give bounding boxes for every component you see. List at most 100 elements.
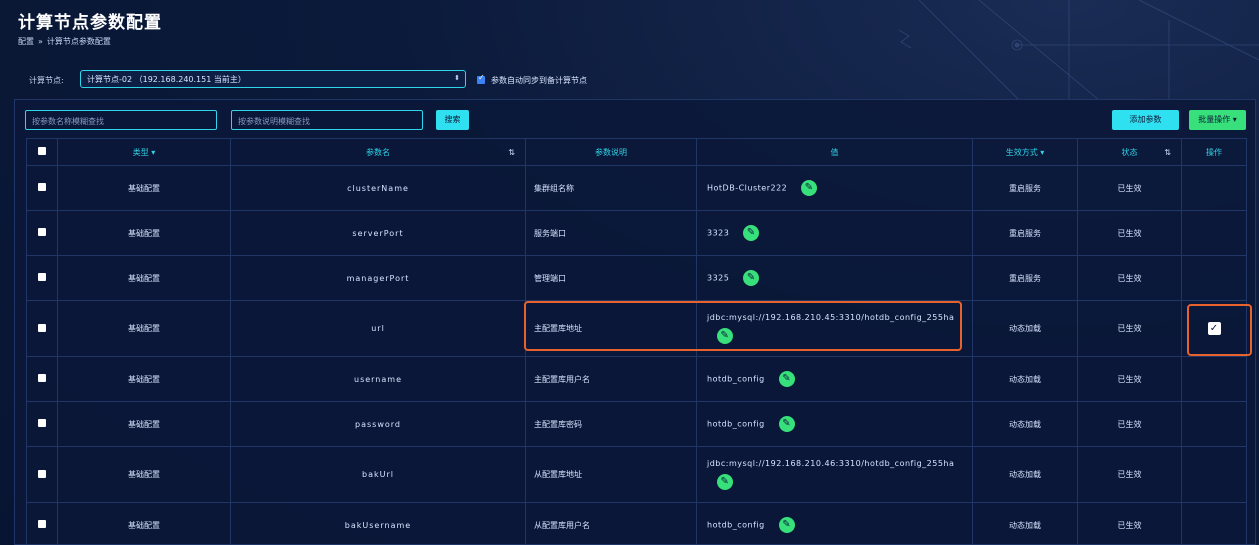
breadcrumb: 配置 » 计算节点参数配置 xyxy=(18,36,111,47)
header-name[interactable]: 参数名 ⇅ xyxy=(230,138,526,166)
cell-type: 基础配置 xyxy=(57,255,231,301)
cell-desc: 从配置库用户名 xyxy=(525,502,697,545)
cell-value: HotDB-Cluster222 ✎ xyxy=(696,165,973,211)
row-select-cell[interactable] xyxy=(26,165,58,211)
row-checkbox[interactable] xyxy=(38,520,46,528)
cell-status: 已生效 xyxy=(1077,356,1182,402)
row-select-cell[interactable] xyxy=(26,401,58,447)
breadcrumb-item-current: 计算节点参数配置 xyxy=(46,37,111,46)
header-name-label: 参数名 xyxy=(366,147,390,157)
cell-name: bakUrl xyxy=(230,446,526,503)
row-select-cell[interactable] xyxy=(26,300,58,357)
cell-mode: 重启服务 xyxy=(972,255,1078,301)
cell-type: 基础配置 xyxy=(57,210,231,256)
cell-desc: 管理端口 xyxy=(525,255,697,301)
cell-name: bakUsername xyxy=(230,502,526,545)
select-caret-icon: ⬍ xyxy=(454,74,460,82)
cell-name: password xyxy=(230,401,526,447)
cell-name: serverPort xyxy=(230,210,526,256)
cell-status: 已生效 xyxy=(1077,165,1182,211)
sort-icon[interactable]: ⇅ xyxy=(1164,148,1171,157)
cell-mode: 动态加载 xyxy=(972,401,1078,447)
header-type-label: 类型 xyxy=(132,147,149,157)
header-desc: 参数说明 xyxy=(525,138,697,166)
header-type[interactable]: 类型 ▾ xyxy=(57,138,231,166)
batch-action-button[interactable]: 批量操作 ▾ xyxy=(1189,110,1246,130)
edit-icon[interactable]: ✎ xyxy=(778,416,795,432)
breadcrumb-item-config[interactable]: 配置 xyxy=(18,37,34,46)
sync-label: 参数自动同步到备计算节点 xyxy=(491,76,587,85)
sync-checkbox[interactable] xyxy=(477,73,485,84)
node-select[interactable]: 计算节点-02 （192.168.240.151 当前主） ⬍ xyxy=(80,70,466,88)
value-text: hotdb_config xyxy=(707,520,765,530)
cell-desc: 从配置库地址 xyxy=(525,446,697,503)
table-row: 基础配置 managerPort 管理端口 3325 ✎ 重启服务 已生效 xyxy=(26,255,1247,301)
cell-type: 基础配置 xyxy=(57,446,231,503)
row-checkbox[interactable] xyxy=(38,469,46,478)
table-row: 基础配置 bakUsername 从配置库用户名 hotdb_config ✎ 动态加载已… xyxy=(26,502,1247,545)
row-checkbox[interactable] xyxy=(38,183,46,191)
row-checkbox[interactable] xyxy=(38,273,46,281)
row-checkbox[interactable] xyxy=(38,228,46,236)
cell-name: clusterName xyxy=(230,165,526,211)
cell-mode: 重启服务 xyxy=(972,165,1078,211)
row-select-cell[interactable] xyxy=(26,446,58,503)
caret-down-icon: ▾ xyxy=(151,147,156,157)
edit-icon[interactable]: ✎ xyxy=(778,517,795,533)
value-text: hotdb_config xyxy=(707,374,765,384)
highlight-box-url-value xyxy=(524,301,962,351)
row-checkbox[interactable] xyxy=(38,374,46,382)
cell-type: 基础配置 xyxy=(57,401,231,447)
select-all-checkbox[interactable] xyxy=(38,147,46,155)
row-select-cell[interactable] xyxy=(26,210,58,256)
cell-value: hotdb_config ✎ xyxy=(696,401,973,447)
cell-desc: 集群组名称 xyxy=(525,165,697,211)
search-name-input[interactable]: 按参数名称模糊查找 xyxy=(25,110,217,130)
cell-mode: 动态加载 xyxy=(972,300,1078,357)
cell-action xyxy=(1181,356,1247,402)
header-mode[interactable]: 生效方式 ▾ xyxy=(972,138,1078,166)
cell-value: 3325 ✎ xyxy=(696,255,973,301)
edit-icon[interactable]: ✎ xyxy=(778,371,795,387)
cell-type: 基础配置 xyxy=(57,300,231,357)
row-select-cell[interactable] xyxy=(26,255,58,301)
caret-down-icon: ▾ xyxy=(1232,115,1237,124)
value-text: 3325 xyxy=(707,273,730,283)
edit-icon[interactable]: ✎ xyxy=(743,270,760,286)
table-row: 基础配置 bakUrl 从配置库地址 jdbc:mysql://192.168.210… xyxy=(26,446,1247,503)
row-checkbox[interactable] xyxy=(38,419,46,427)
header-status-label: 状态 xyxy=(1121,147,1138,157)
cell-type: 基础配置 xyxy=(57,356,231,402)
cell-status: 已生效 xyxy=(1077,300,1182,357)
header-status[interactable]: 状态 ⇅ xyxy=(1077,138,1182,166)
add-param-button[interactable]: 添加参数 xyxy=(1112,110,1179,130)
cell-value: jdbc:mysql://192.168.210.46:3310/hotdb_c… xyxy=(696,446,973,503)
sort-icon[interactable]: ⇅ xyxy=(508,148,515,157)
batch-action-label: 批量操作 xyxy=(1198,115,1231,124)
header-value: 值 xyxy=(696,138,973,166)
row-checkbox[interactable] xyxy=(38,323,46,332)
cell-status: 已生效 xyxy=(1077,446,1182,503)
value-text: jdbc:mysql://192.168.210.46:3310/hotdb_c… xyxy=(707,459,955,468)
edit-icon[interactable]: ✎ xyxy=(717,474,733,490)
cell-name: username xyxy=(230,356,526,402)
edit-icon[interactable]: ✎ xyxy=(801,180,818,196)
row-select-cell[interactable] xyxy=(26,502,58,545)
cell-status: 已生效 xyxy=(1077,502,1182,545)
cell-action xyxy=(1181,165,1247,211)
row-select-cell[interactable] xyxy=(26,356,58,402)
cell-type: 基础配置 xyxy=(57,165,231,211)
cell-value: 3323 ✎ xyxy=(696,210,973,256)
node-label: 计算节点: xyxy=(29,76,64,85)
table-row: 基础配置 username 主配置库用户名 hotdb_config ✎ 动态加载 已生效 xyxy=(26,356,1247,402)
value-text: HotDB-Cluster222 xyxy=(707,183,788,193)
search-button[interactable]: 搜索 xyxy=(436,110,469,130)
cell-action xyxy=(1181,502,1247,545)
search-desc-input[interactable]: 按参数说明模糊查找 xyxy=(231,110,423,130)
header-select-all[interactable] xyxy=(26,138,58,166)
cell-action xyxy=(1181,255,1247,301)
cell-name: url xyxy=(230,300,526,357)
edit-icon[interactable]: ✎ xyxy=(743,225,760,241)
cell-action xyxy=(1181,210,1247,256)
table-header-row: 类型 ▾ 参数名 ⇅ 参数说明 值 生效方式 ▾ 状态 ⇅ 操作 xyxy=(26,138,1247,166)
